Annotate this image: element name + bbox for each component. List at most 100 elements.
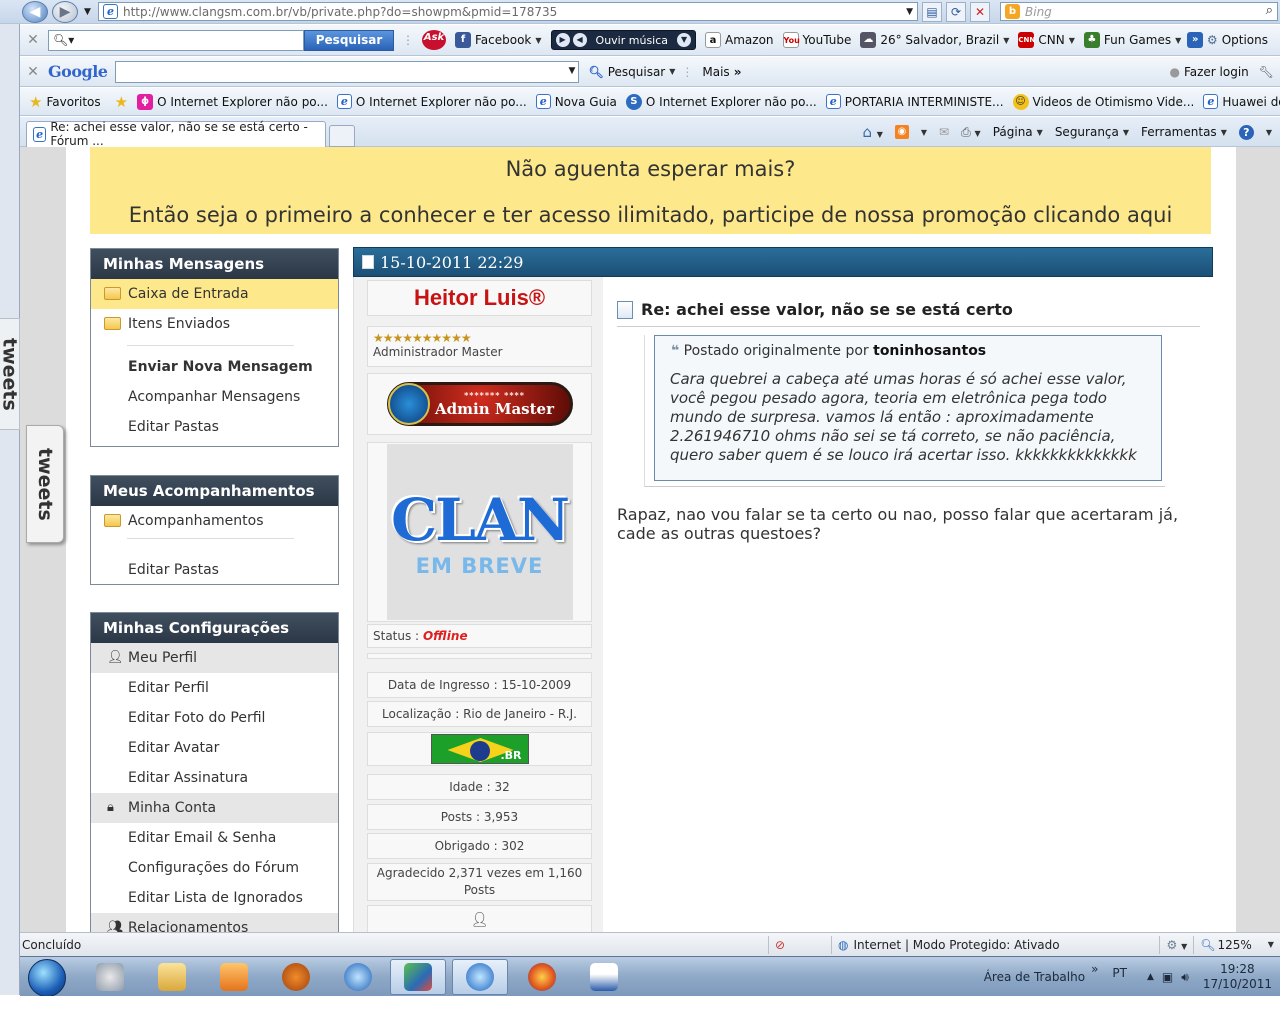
rss-icon[interactable]: ◉ [894,125,909,139]
help-icon[interactable]: ? [1238,124,1254,140]
sidebar-item-edit-avatar[interactable]: Editar Avatar [91,733,338,763]
fun-games-button[interactable]: ♣ Fun Games ▼ [1083,32,1181,48]
sidebar-item-sent[interactable]: Itens Enviados [91,309,338,339]
sidebar-item-edit-email[interactable]: Editar Email & Senha [91,823,338,853]
youtube-button[interactable]: You YouTube [782,32,851,48]
taskbar-app-ie[interactable] [452,959,508,995]
url-dropdown-icon[interactable]: ▼ [906,7,913,17]
taskbar-app-firefox[interactable] [514,959,570,995]
taskbar-app-network[interactable] [390,959,446,995]
amazon-button[interactable]: a Amazon [705,32,774,48]
sidebar-item-my-profile[interactable]: 👤︎ Meu Perfil [91,643,338,673]
forward-button[interactable]: ▶ [52,0,78,23]
close-toolbar-icon[interactable]: ✕ [24,32,42,48]
sidebar-item-subscriptions[interactable]: Acompanhamentos [91,506,338,536]
chevron-down-icon[interactable]: ▼ [1268,940,1274,949]
taskbar-app-explorer-tools[interactable] [82,959,138,995]
volume-icon[interactable]: ◀ [572,33,587,47]
favorite-item[interactable]: ϕO Internet Explorer não po... [137,93,328,110]
page-menu[interactable]: Página ▼ [993,125,1043,139]
chevron-down-icon[interactable]: ▼ [569,66,576,76]
double-chevron-icon[interactable]: » [1091,962,1098,976]
search-icon[interactable]: ⌕ [1266,3,1273,18]
sidebar-item-edit-folders[interactable]: Editar Pastas [91,555,338,585]
taskbar-app-folders[interactable] [144,959,200,995]
promo-line-2[interactable]: Então seja o primeiro a conhecer e ter a… [90,203,1211,227]
favorites-button[interactable]: ★ Favoritos [29,93,101,111]
security-zone[interactable]: Internet | Modo Protegido: Ativado [853,938,1153,952]
ask-logo-icon[interactable]: Ask [422,30,446,50]
weather-button[interactable]: ☁ 26° Salvador, Brazil ▼ [860,32,1009,48]
history-dropdown-icon[interactable]: ▼ [84,7,91,17]
new-tab-button[interactable] [329,124,355,147]
language-indicator[interactable]: PT [1112,966,1127,980]
compat-view-icon[interactable]: ▤ [922,2,942,22]
sidebar-item-relationships[interactable]: 👥︎ Relacionamentos [91,913,338,932]
sidebar-item-inbox[interactable]: Caixa de Entrada [91,279,338,309]
tab-active[interactable]: e Re: achei esse valor, não se se está ce… [26,120,326,148]
volume-icon[interactable]: 🔊︎ [1181,970,1189,985]
favorite-item[interactable]: e Nova Guia [535,94,617,109]
google-login-button[interactable]: ● Fazer login [1169,65,1248,79]
wrench-icon[interactable]: 🔧︎ [1259,65,1274,79]
ask-search-input[interactable]: 🔍︎▾ [48,29,304,51]
mail-icon[interactable]: ✉ [939,125,949,139]
search-input[interactable]: b Bing ⌕ [1000,2,1278,21]
promo-banner[interactable]: Não aguenta esperar mais? Então seja o p… [90,147,1211,234]
taskbar-app-media[interactable] [206,959,262,995]
sidebar-item-edit-folders[interactable]: Editar Pastas [91,412,338,442]
chevron-down-icon[interactable]: ▼ [921,128,927,137]
google-more-button[interactable]: Mais» [702,65,741,79]
username[interactable]: Heitor Luis® [367,280,592,316]
refresh-icon[interactable]: ⟳ [946,2,966,22]
taskbar-app-messenger[interactable] [330,959,386,995]
favorite-item[interactable]: SO Internet Explorer não po... [625,93,817,110]
cnn-button[interactable]: CNN CNN ▼ [1018,32,1075,48]
sidebar-item-edit-profile[interactable]: Editar Perfil [91,673,338,703]
taskbar-app-game[interactable] [268,959,324,995]
chevron-down-icon[interactable]: ▼ [677,33,692,47]
ask-search-button[interactable]: Pesquisar [304,29,394,51]
sidebar-item-track-messages[interactable]: Acompanhar Mensagens [91,382,338,412]
chevron-down-icon[interactable]: ▼ [1266,128,1272,137]
home-icon[interactable]: ⌂ ▼ [862,123,882,141]
sidebar-item-edit-signature[interactable]: Editar Assinatura [91,763,338,793]
more-chevron-icon[interactable]: » [1187,32,1204,48]
sidebar-item-forum-settings[interactable]: Configurações do Fórum [91,853,338,883]
tray-expand-icon[interactable]: ▲ [1147,972,1154,982]
sidebar-item-ignore-list[interactable]: Editar Lista de Ignorados [91,883,338,913]
music-player[interactable]: ▶ ◀ Ouvir música ▼ [550,30,697,50]
close-toolbar-icon[interactable]: ✕ [24,64,42,80]
back-button[interactable]: ◀ [22,0,48,23]
add-favorite-icon[interactable]: ★ [115,93,128,111]
favorite-item[interactable]: ☺ Videos de Otimismo Vide... [1012,93,1194,110]
google-search-button[interactable]: 🔍︎ Pesquisar ▼ [588,65,675,79]
user-online-icon[interactable]: 👤︎ [471,912,489,928]
sidebar-item-new-message[interactable]: Enviar Nova Mensagem [91,352,338,382]
sidebar-item-edit-photo[interactable]: Editar Foto do Perfil [91,703,338,733]
start-button[interactable] [28,959,66,997]
options-button[interactable]: ⚙ Options [1207,33,1268,47]
popup-blocker-icon[interactable]: ⊘ [775,938,825,952]
print-icon[interactable]: ⎙ ▼ [961,125,981,140]
url-field[interactable]: e http://www.clangsm.com.br/vb/private.p… [98,2,918,21]
taskbar-app-word[interactable] [576,959,632,995]
favorite-item[interactable]: e PORTARIA INTERMINISTE... [825,94,1004,109]
quote-author[interactable]: toninhosantos [873,343,986,359]
tweets-tab-back[interactable]: tweets [0,318,21,430]
clock[interactable]: 19:28 17/10/2011 [1203,962,1272,992]
protected-mode-icon[interactable]: ⚙ ▼ [1166,938,1187,952]
favorite-item[interactable]: eO Internet Explorer não po... [336,94,527,109]
security-menu[interactable]: Segurança ▼ [1055,125,1129,139]
google-search-input[interactable]: ▼ [115,60,580,83]
sidebar-item-my-account[interactable]: 🔒︎ Minha Conta [91,793,338,823]
stop-icon[interactable]: ✕ [970,2,990,22]
play-icon[interactable]: ▶ [555,33,570,47]
network-tray-icon[interactable]: ▣ [1162,970,1173,984]
facebook-button[interactable]: f Facebook ▼ [455,32,542,48]
desktop-toolbar[interactable]: Área de Trabalho [984,970,1085,984]
tools-menu[interactable]: Ferramentas ▼ [1141,125,1227,139]
favorite-item[interactable]: eHuawei do Brasil [1203,94,1280,109]
tweets-tab[interactable]: tweets [26,425,64,543]
zoom-level[interactable]: 125% [1217,938,1251,952]
